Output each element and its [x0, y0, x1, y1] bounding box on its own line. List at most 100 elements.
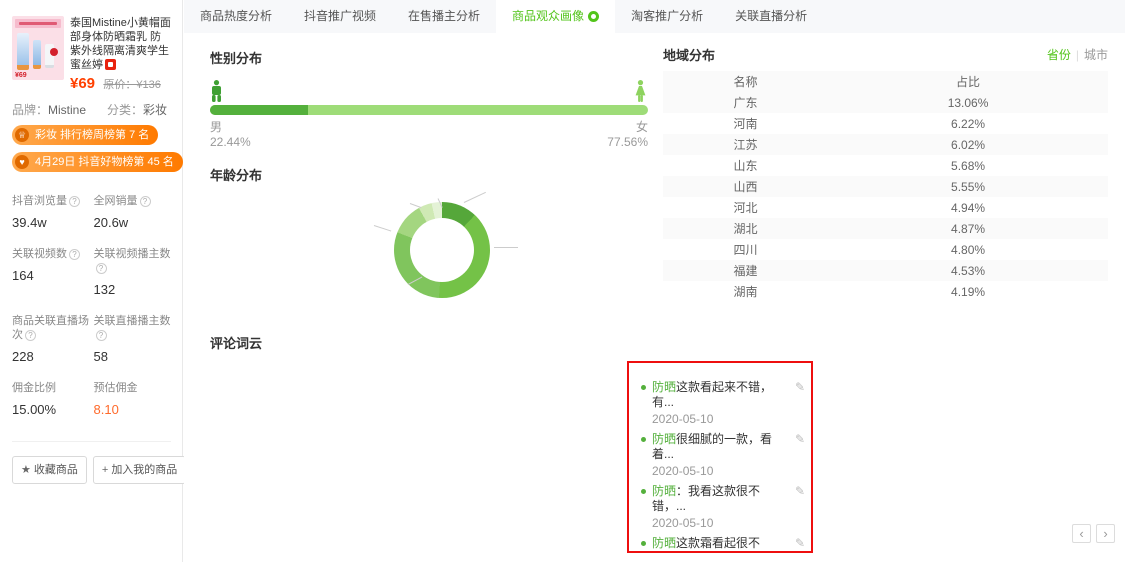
action-button-icon: ★: [21, 464, 31, 476]
age-section-title: 年龄分布: [210, 168, 263, 183]
age-chart: [210, 184, 648, 344]
rank-badge-icon: ♕: [15, 128, 29, 142]
table-row: 山东 5.68%: [663, 155, 1108, 176]
region-ratio: 5.55%: [951, 179, 986, 194]
table-row: 河北 4.94%: [663, 197, 1108, 218]
tab-label: 商品热度分析: [200, 9, 273, 23]
info-icon[interactable]: ?: [139, 196, 151, 207]
tab[interactable]: 商品热度分析: [184, 0, 288, 33]
comment-item[interactable]: 防晒很细腻的一款，看着... ✎ 2020-05-10: [641, 432, 805, 478]
comment-text: 防晒很细腻的一款，看着...: [652, 432, 773, 461]
region-name: 河南: [733, 117, 758, 131]
info-icon[interactable]: ?: [69, 249, 80, 260]
stat-cell: 佣金比例? 15.00%: [12, 381, 90, 417]
tab-label: 在售播主分析: [408, 9, 481, 23]
tab[interactable]: 抖音推广视频: [288, 0, 392, 33]
region-ratio: 4.80%: [951, 242, 986, 257]
bullet-icon: [641, 385, 646, 390]
stat-value: 164: [12, 268, 34, 283]
comment-text: 防晒：我看这款很不错，...: [652, 484, 761, 513]
product-image[interactable]: ¥69: [12, 16, 64, 80]
rank-badge: ♥ 4月29日 抖音好物榜第 45 名: [12, 152, 183, 172]
toggle-city[interactable]: 城市: [1084, 48, 1108, 62]
region-name: 湖南: [733, 285, 758, 299]
link-icon[interactable]: ✎: [795, 484, 805, 498]
gender-bar: [210, 105, 648, 115]
region-name: 福建: [733, 264, 758, 278]
region-section-title: 地域分布: [663, 48, 716, 63]
tab-badge-icon: [588, 11, 600, 22]
comment-item[interactable]: 防晒：我看这款很不错，... ✎ 2020-05-10: [641, 484, 805, 530]
stat-value: 8.10: [93, 402, 119, 417]
tmall-badge-icon: [105, 59, 116, 70]
region-ratio: 6.22%: [951, 116, 986, 131]
table-row: 福建 4.53%: [663, 260, 1108, 281]
comment-item[interactable]: 防晒这款霜看起很不错，...防晒 ✎ 2020-05-10: [641, 536, 805, 551]
region-name: 山东: [733, 159, 758, 173]
table-row: 湖北 4.87%: [663, 218, 1108, 239]
region-ratio: 4.94%: [951, 200, 986, 215]
link-icon[interactable]: ✎: [795, 432, 805, 446]
stat-cell: 关联视频播主数? 132: [94, 247, 172, 297]
stat-cell: 商品关联直播场次? 228: [12, 314, 90, 364]
sidebar-action-button[interactable]: ★ 收藏商品: [12, 456, 87, 484]
tab[interactable]: 淘客推广分析: [615, 0, 719, 33]
bullet-icon: [641, 541, 646, 546]
info-icon[interactable]: ?: [69, 196, 80, 207]
product-category: 分类：彩妆: [106, 103, 167, 117]
product-title: 泰国Mistine小黄帽面部身体防晒霜乳 防紫外线隔离清爽学生蜜丝婷: [70, 17, 171, 71]
table-row: 山西 5.55%: [663, 176, 1108, 197]
link-icon[interactable]: ✎: [795, 536, 805, 550]
comment-item[interactable]: 防晒这款看起来不错，有... ✎ 2020-05-10: [641, 380, 805, 426]
product-brand: 品牌：Mistine: [12, 103, 87, 117]
stat-cell: 预估佣金? 8.10: [94, 381, 172, 417]
region-ratio: 4.87%: [951, 221, 986, 236]
link-icon[interactable]: ✎: [795, 380, 805, 394]
toggle-province[interactable]: 省份: [1047, 48, 1071, 62]
column-name: 名称: [733, 75, 758, 89]
region-ratio: 4.53%: [951, 263, 986, 278]
tab-label: 抖音推广视频: [304, 9, 377, 23]
comment-keyword: 防晒: [652, 380, 677, 394]
next-page-button[interactable]: ›: [1096, 524, 1115, 543]
stat-value: 228: [12, 349, 34, 364]
toggle-separator: |: [1075, 48, 1079, 62]
tab-label: 关联直播分析: [735, 9, 808, 23]
tab[interactable]: 关联直播分析: [719, 0, 823, 33]
gender-bar-male-segment: [210, 105, 309, 115]
product-sidebar: ¥69 泰国Mistine小黄帽面部身体防晒霜乳 防紫外线隔离清爽学生蜜丝婷 ¥…: [0, 0, 187, 562]
tab[interactable]: 商品观众画像: [496, 0, 616, 33]
region-toggle: 省份 | 城市: [1047, 46, 1108, 63]
stat-label: 抖音浏览量: [12, 195, 67, 207]
stat-cell: 全网销量? 20.6w: [94, 194, 172, 230]
table-row: 广东 13.06%: [663, 92, 1108, 113]
table-row: 河南 6.22%: [663, 113, 1108, 134]
prev-page-button[interactable]: ‹: [1072, 524, 1091, 543]
stat-label: 预估佣金: [93, 382, 138, 394]
rank-badge-label: 4月29日 抖音好物榜第 45 名: [35, 156, 174, 168]
product-image-caption: ¥69: [15, 72, 27, 79]
table-row: 江苏 6.02%: [663, 134, 1108, 155]
comments-pagination: ‹ ›: [1072, 524, 1115, 543]
gender-male-label: 男 22.44%: [210, 120, 251, 149]
tab[interactable]: 在售播主分析: [392, 0, 496, 33]
region-ratio: 13.06%: [947, 95, 989, 110]
male-icon: [210, 80, 223, 105]
info-icon[interactable]: ?: [25, 330, 36, 341]
stat-label: 全网销量: [93, 195, 138, 207]
rank-badge-icon: ♥: [15, 155, 29, 169]
region-panel: 地域分布 省份 | 城市 名称 占比 广东 13.06% 河南 6.22% 江苏…: [663, 45, 1108, 302]
age-label-connector: [463, 191, 486, 203]
action-button-icon: +: [101, 464, 109, 476]
stat-value: 20.6w: [93, 215, 129, 230]
sidebar-action-button[interactable]: + 加入我的商品: [92, 456, 187, 484]
stat-label: 商品关联直播场次: [12, 315, 89, 341]
product-image-banner: [15, 19, 61, 28]
region-table: 名称 占比 广东 13.06% 河南 6.22% 江苏 6.02% 山东 5.6…: [663, 71, 1108, 302]
info-icon[interactable]: ?: [95, 330, 107, 341]
info-icon[interactable]: ?: [95, 263, 107, 274]
bullet-icon: [641, 489, 646, 494]
stat-cell: 关联视频数? 164: [12, 247, 90, 297]
region-name: 四川: [733, 243, 758, 257]
gender-age-panel: 性别分布 男 22.44% 女 77.56% 年龄分布: [210, 48, 648, 344]
